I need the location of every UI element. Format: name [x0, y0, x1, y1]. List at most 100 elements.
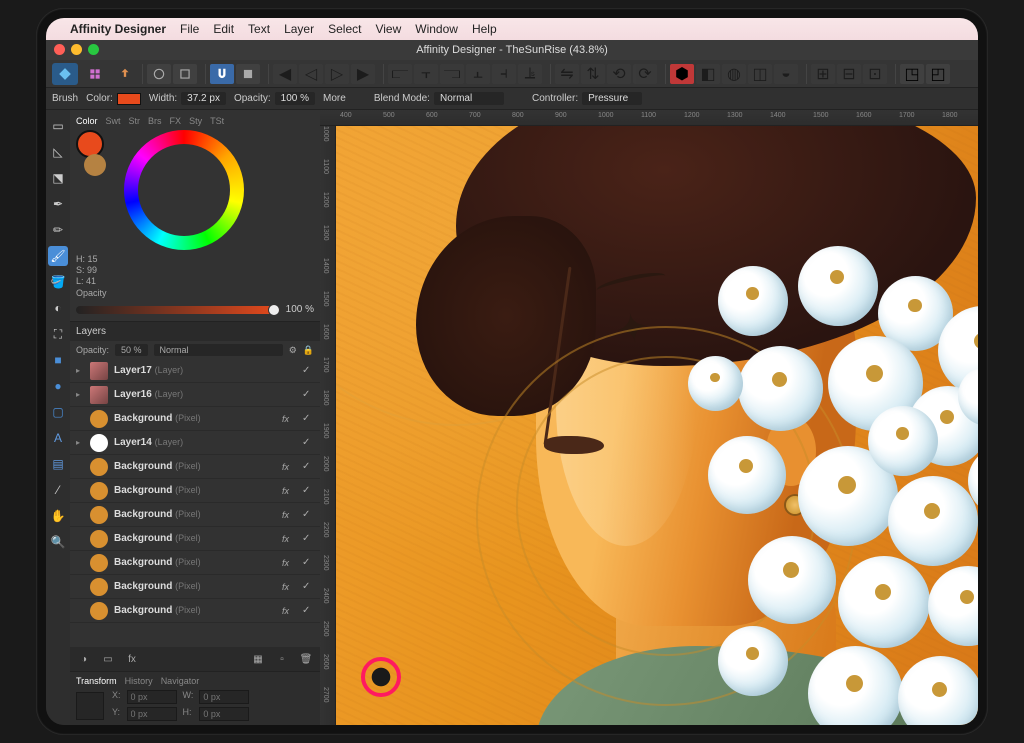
boolean-intersect-button[interactable]: ◍ — [722, 64, 746, 84]
persona-designer-button[interactable] — [52, 63, 78, 85]
flip-vertical-button[interactable]: ⇅ — [581, 64, 605, 84]
color-picker-tool[interactable]: ⁄ — [48, 480, 68, 500]
canvas[interactable]: ✦ — [336, 126, 978, 725]
ruler-horizontal[interactable]: 4005006007008009001000110012001300140015… — [320, 110, 978, 126]
align-left-button[interactable]: ⫍ — [388, 64, 412, 84]
flip-horizontal-button[interactable]: ⇋ — [555, 64, 579, 84]
crop-tool[interactable]: ⛶ — [48, 324, 68, 344]
layer-row[interactable]: Background (Pixel) fx ✓ — [70, 407, 320, 431]
rotate-cw-button[interactable]: ⟳ — [633, 64, 657, 84]
layer-fx-indicator[interactable]: fx — [282, 414, 296, 424]
insert-inside-button[interactable]: ⊞ — [811, 64, 835, 84]
expand-toggle-icon[interactable]: ▸ — [76, 366, 84, 375]
h-input[interactable] — [199, 707, 249, 721]
layer-name[interactable]: Layer14 (Layer) — [114, 437, 276, 448]
layer-name[interactable]: Layer16 (Layer) — [114, 389, 276, 400]
layer-name[interactable]: Background (Pixel) — [114, 533, 276, 544]
fill-tool[interactable]: 🪣 — [48, 272, 68, 292]
history-tab[interactable]: History — [125, 676, 153, 686]
layer-name[interactable]: Background (Pixel) — [114, 461, 276, 472]
insert-behind-button[interactable]: ⊟ — [837, 64, 861, 84]
align-hcenter-button[interactable]: ⫟ — [414, 64, 438, 84]
layer-thumbnail[interactable] — [90, 506, 108, 524]
move-back-button[interactable]: ◀ — [273, 64, 297, 84]
rotate-ccw-button[interactable]: ⟲ — [607, 64, 631, 84]
assets-button[interactable]: ◳ — [900, 64, 924, 84]
layer-thumbnail[interactable] — [90, 602, 108, 620]
boolean-xor-button[interactable]: ◒ — [774, 64, 798, 84]
layer-name[interactable]: Background (Pixel) — [114, 413, 276, 424]
controller-select[interactable]: Pressure — [582, 92, 642, 105]
layer-fx-icon[interactable]: fx — [124, 651, 140, 667]
layer-name[interactable]: Layer17 (Layer) — [114, 365, 276, 376]
boolean-subtract-button[interactable]: ◧ — [696, 64, 720, 84]
layer-visibility-checkbox[interactable]: ✓ — [302, 413, 314, 424]
menu-text[interactable]: Text — [248, 22, 270, 36]
color-wheel[interactable] — [124, 130, 244, 250]
layer-name[interactable]: Background (Pixel) — [114, 557, 276, 568]
color-swatch[interactable] — [117, 93, 141, 105]
menu-window[interactable]: Window — [415, 22, 458, 36]
layer-fx-indicator[interactable]: fx — [282, 558, 296, 568]
layer-visibility-checkbox[interactable]: ✓ — [302, 461, 314, 472]
layer-fx-indicator[interactable]: fx — [282, 582, 296, 592]
layer-thumbnail[interactable] — [90, 362, 108, 380]
menu-file[interactable]: File — [180, 22, 199, 36]
transform-tab[interactable]: Transform — [76, 676, 117, 686]
layer-thumbnail[interactable] — [90, 458, 108, 476]
layer-row[interactable]: Background (Pixel)fx✓ — [70, 503, 320, 527]
expand-toggle-icon[interactable]: ▸ — [76, 390, 84, 399]
node-tool[interactable]: ◺ — [48, 142, 68, 162]
fill-stroke-swatches[interactable] — [76, 130, 106, 250]
boolean-divide-button[interactable]: ◫ — [748, 64, 772, 84]
layer-fx-indicator[interactable]: fx — [282, 486, 296, 496]
fx-tab[interactable]: FX — [170, 116, 182, 126]
move-front-button[interactable]: ▶ — [351, 64, 375, 84]
layer-fx-indicator[interactable]: fx — [282, 462, 296, 472]
menu-help[interactable]: Help — [472, 22, 497, 36]
transparency-tool[interactable]: ◐ — [48, 298, 68, 318]
layer-row[interactable]: ▸ Layer16 (Layer) ✓ — [70, 383, 320, 407]
menu-select[interactable]: Select — [328, 22, 361, 36]
layer-thumbnail[interactable] — [90, 386, 108, 404]
color-tab[interactable]: Color — [76, 116, 98, 126]
x-input[interactable] — [127, 690, 177, 704]
layer-visibility-checkbox[interactable]: ✓ — [302, 557, 314, 568]
artistic-text-tool[interactable]: A — [48, 428, 68, 448]
sync-defaults-button[interactable] — [147, 64, 171, 84]
menu-edit[interactable]: Edit — [213, 22, 234, 36]
minimize-window-button[interactable] — [71, 44, 82, 55]
rectangle-tool[interactable]: ■ — [48, 350, 68, 370]
close-window-button[interactable] — [54, 44, 65, 55]
layer-row[interactable]: Background (Pixel) fx ✓ — [70, 479, 320, 503]
more-button[interactable]: More — [323, 93, 346, 104]
brushes-tab[interactable]: Brs — [148, 116, 162, 126]
layer-fx-indicator[interactable]: fx — [282, 606, 296, 616]
layer-visibility-checkbox[interactable]: ✓ — [302, 485, 314, 496]
mask-layer-icon[interactable]: ▭ — [100, 651, 116, 667]
swatches-tab[interactable]: Swt — [106, 116, 121, 126]
layer-row[interactable]: Background (Pixel)fx✓ — [70, 599, 320, 623]
layer-visibility-checkbox[interactable]: ✓ — [302, 533, 314, 544]
layer-row[interactable]: Background (Pixel) fx ✓ — [70, 455, 320, 479]
navigator-tab[interactable]: Navigator — [161, 676, 200, 686]
opacity-slider[interactable] — [76, 306, 280, 314]
layer-blendmode-select[interactable]: Normal — [154, 344, 283, 356]
move-forward-one-button[interactable]: ▷ — [325, 64, 349, 84]
zoom-window-button[interactable] — [88, 44, 99, 55]
layer-visibility-checkbox[interactable]: ✓ — [302, 605, 314, 616]
layer-thumbnail[interactable] — [90, 482, 108, 500]
styles-tab[interactable]: Sty — [189, 116, 202, 126]
stroke-tab[interactable]: Str — [129, 116, 141, 126]
layer-visibility-checkbox[interactable]: ✓ — [302, 389, 314, 400]
align-bottom-button[interactable]: ⫡ — [518, 64, 542, 84]
textstyles-tab[interactable]: TSt — [210, 116, 224, 126]
force-pixel-alignment-toggle[interactable] — [236, 64, 260, 84]
layer-row[interactable]: Background (Pixel) fx ✓ — [70, 551, 320, 575]
layer-name[interactable]: Background (Pixel) — [114, 485, 276, 496]
layer-fx-indicator[interactable]: fx — [282, 510, 296, 520]
width-input[interactable]: 37.2 px — [181, 92, 226, 105]
add-layer-icon[interactable]: ▫ — [274, 651, 290, 667]
view-tool[interactable]: ✋ — [48, 506, 68, 526]
delete-layer-icon[interactable]: 🗑 — [298, 651, 314, 667]
